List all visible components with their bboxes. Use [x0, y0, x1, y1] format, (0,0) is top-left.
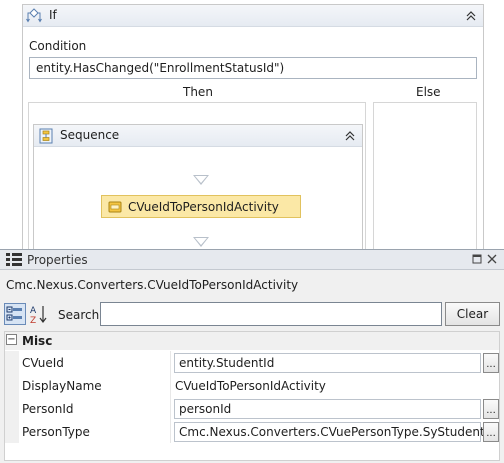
persontype-value-field[interactable]: Cmc.Nexus.Converters.CVuePersonType.SySt…	[174, 422, 485, 442]
column-separator	[170, 397, 171, 420]
property-name: PersonType	[22, 425, 90, 439]
else-label: Else	[416, 85, 441, 99]
collapse-sequence-icon[interactable]	[343, 129, 357, 143]
svg-text:Z: Z	[30, 316, 36, 325]
row-gutter	[5, 420, 19, 443]
categorized-view-icon	[6, 306, 22, 321]
drop-target-arrow-icon[interactable]	[193, 237, 209, 247]
clear-button[interactable]: Clear	[445, 302, 500, 326]
activity-label: CVueIdToPersonIdActivity	[128, 200, 279, 214]
displayname-value[interactable]: CVueIdToPersonIdActivity	[175, 379, 326, 393]
maximize-icon[interactable]	[470, 252, 484, 266]
close-icon[interactable]	[485, 252, 499, 266]
properties-header: Properties	[0, 250, 504, 270]
then-label: Then	[183, 85, 213, 99]
properties-icon	[6, 253, 22, 266]
condition-label: Condition	[29, 39, 87, 53]
categorize-button[interactable]	[4, 303, 26, 325]
sequence-header[interactable]: Sequence	[34, 125, 362, 147]
category-label: Misc	[22, 334, 53, 348]
sequence-title: Sequence	[60, 128, 120, 142]
properties-panel: Properties Cmc.Nexus.Converters.CVueIdTo…	[0, 249, 504, 463]
svg-text:A: A	[30, 306, 37, 316]
property-row-cvueid[interactable]: CVueId entity.StudentId ...	[5, 351, 499, 374]
cvueid-to-personid-activity[interactable]: CVueIdToPersonIdActivity	[101, 195, 301, 218]
search-label: Search:	[58, 308, 104, 322]
property-grid: − Misc CVueId entity.StudentId ... Displ…	[4, 331, 500, 461]
search-input[interactable]	[100, 302, 442, 326]
sort-az-icon: A Z	[30, 306, 47, 326]
cvueid-expression-button[interactable]: ...	[483, 353, 499, 373]
activity-icon	[108, 201, 122, 213]
category-row: − Misc	[5, 332, 499, 350]
if-activity-title: If	[49, 8, 57, 22]
condition-expression-field[interactable]: entity.HasChanged("EnrollmentStatusId")	[29, 57, 477, 79]
personid-expression-button[interactable]: ...	[483, 399, 499, 419]
collapse-if-icon[interactable]	[464, 9, 478, 23]
collapse-category-icon[interactable]: −	[6, 334, 17, 345]
properties-toolbar: A Z Search: Clear	[4, 302, 500, 328]
sequence-icon	[39, 128, 53, 144]
property-row-displayname[interactable]: DisplayName CVueIdToPersonIdActivity	[5, 374, 499, 397]
workflow-designer-canvas: If Condition entity.HasChanged("Enrollme…	[0, 0, 504, 250]
column-separator	[170, 420, 171, 443]
column-separator	[170, 351, 171, 374]
sort-alphabetical-button[interactable]: A Z	[28, 303, 50, 326]
then-branch-area[interactable]: Sequence CVueIdToPersonIdActivity	[28, 102, 366, 250]
if-activity-header[interactable]: If	[23, 5, 483, 27]
selected-object-name: Cmc.Nexus.Converters.CVueIdToPersonIdAct…	[6, 278, 299, 292]
property-name: DisplayName	[22, 379, 102, 393]
column-separator	[170, 374, 171, 397]
row-gutter	[5, 397, 19, 420]
drop-target-arrow-icon[interactable]	[193, 175, 209, 185]
else-branch-area[interactable]	[373, 102, 477, 250]
cvueid-value-field[interactable]: entity.StudentId	[174, 353, 481, 373]
property-row-persontype[interactable]: PersonType Cmc.Nexus.Converters.CVuePers…	[5, 420, 499, 443]
row-gutter	[5, 374, 19, 397]
row-gutter	[5, 351, 19, 374]
if-activity-icon	[26, 8, 42, 23]
property-name: PersonId	[22, 402, 74, 416]
if-activity[interactable]: If Condition entity.HasChanged("Enrollme…	[22, 4, 484, 250]
sequence-activity[interactable]: Sequence CVueIdToPersonIdActivity	[33, 124, 363, 250]
persontype-expression-button[interactable]: ...	[483, 422, 499, 442]
property-name: CVueId	[22, 356, 64, 370]
personid-value-field[interactable]: personId	[174, 399, 481, 419]
property-row-personid[interactable]: PersonId personId ...	[5, 397, 499, 420]
properties-title: Properties	[27, 253, 88, 267]
